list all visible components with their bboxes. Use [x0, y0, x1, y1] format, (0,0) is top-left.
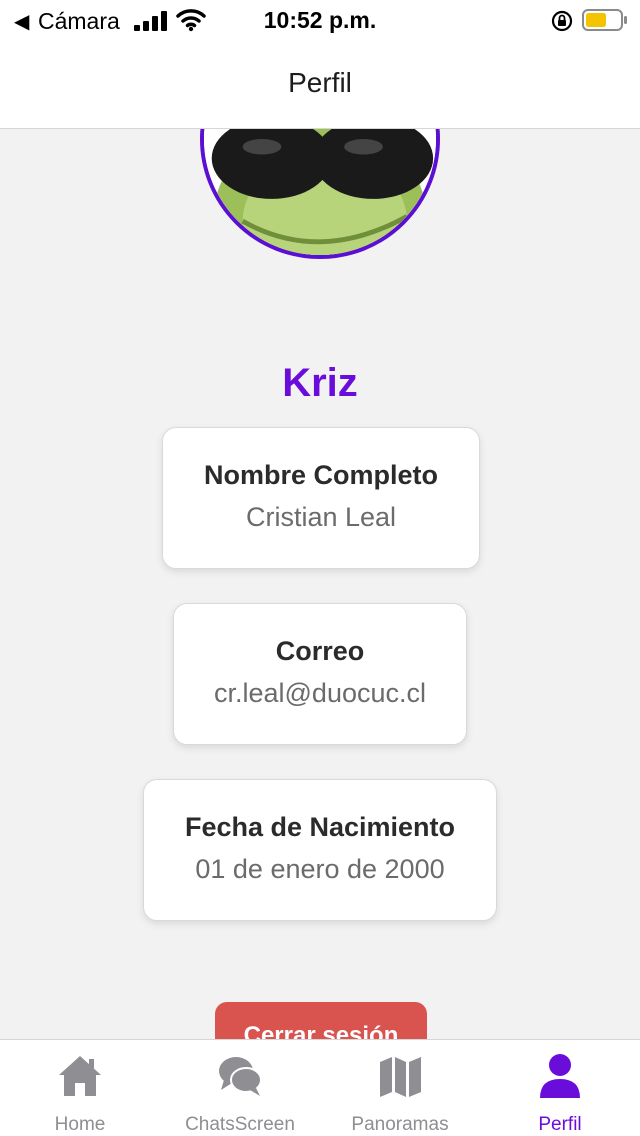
card-label: Correo	[275, 636, 365, 666]
tab-perfil[interactable]: Perfil	[480, 1040, 640, 1136]
tab-label: ChatsScreen	[185, 1114, 295, 1135]
navigation-header: Perfil	[0, 42, 640, 129]
user-icon	[540, 1054, 580, 1098]
card-value: cr.leal@duocuc.cl	[213, 678, 426, 708]
tab-bar: Home ChatsScreen Panoramas Perfil	[0, 1039, 640, 1136]
profile-content[interactable]: Kriz Nombre Completo Cristian Leal Corre…	[0, 129, 640, 1039]
logout-label: Cerrar sesión	[243, 1022, 399, 1039]
tab-home[interactable]: Home	[0, 1040, 160, 1136]
status-bar: ◀ Cámara 10:52 p.m.	[0, 0, 640, 42]
rotation-lock-icon	[551, 10, 573, 32]
tab-label: Perfil	[538, 1114, 582, 1135]
card-label: Fecha de Nacimiento	[184, 812, 456, 842]
username: Kriz	[282, 361, 358, 405]
page-title: Perfil	[288, 67, 352, 98]
tab-label: Home	[54, 1114, 106, 1135]
card-label: Nombre Completo	[203, 460, 438, 490]
home-icon	[59, 1056, 101, 1096]
logout-button[interactable]: Cerrar sesión	[215, 1002, 427, 1039]
card-value: Cristian Leal	[245, 502, 397, 532]
status-time: 10:52 p.m.	[263, 7, 377, 33]
birthdate-card: Fecha de Nacimiento 01 de enero de 2000	[143, 779, 497, 921]
frog-avatar-image	[204, 129, 436, 255]
tab-label: Panoramas	[351, 1114, 449, 1135]
avatar	[200, 129, 440, 259]
tab-panoramas[interactable]: Panoramas	[320, 1040, 480, 1136]
card-value: 01 de enero de 2000	[195, 854, 445, 884]
tab-chatsscreen[interactable]: ChatsScreen	[160, 1040, 320, 1136]
map-icon	[380, 1057, 421, 1097]
email-card: Correo cr.leal@duocuc.cl	[173, 603, 467, 745]
full-name-card: Nombre Completo Cristian Leal	[162, 427, 480, 569]
chat-icon	[219, 1057, 262, 1096]
battery-icon	[582, 9, 627, 31]
